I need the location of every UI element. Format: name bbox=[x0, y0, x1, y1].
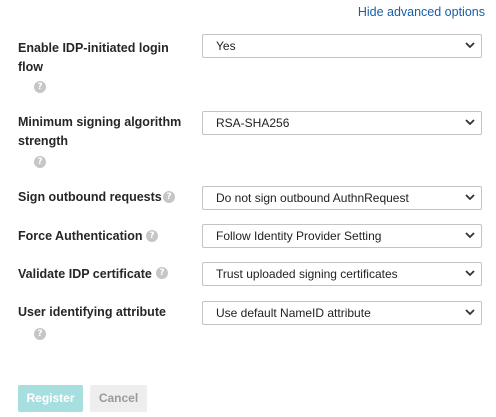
help-icon[interactable]: ? bbox=[156, 267, 168, 279]
help-icon[interactable]: ? bbox=[146, 230, 158, 242]
user-identifying-attribute-select[interactable]: Use default NameID attribute bbox=[202, 301, 482, 325]
field-label: User identifying attribute bbox=[18, 305, 166, 319]
min-signing-algorithm-select[interactable]: RSA-SHA256 bbox=[202, 111, 482, 135]
help-icon[interactable]: ? bbox=[34, 81, 46, 93]
cancel-button[interactable]: Cancel bbox=[90, 385, 147, 412]
hide-advanced-options-link[interactable]: Hide advanced options bbox=[358, 5, 485, 19]
select-value: Yes bbox=[216, 39, 236, 53]
select-value: Use default NameID attribute bbox=[216, 306, 371, 320]
select-value: Do not sign outbound AuthnRequest bbox=[216, 191, 409, 205]
select-value: Follow Identity Provider Setting bbox=[216, 229, 382, 243]
chevron-down-icon bbox=[465, 194, 475, 201]
help-icon[interactable]: ? bbox=[34, 156, 46, 168]
field-label: Enable IDP-initiated login flow bbox=[18, 41, 169, 74]
register-button[interactable]: Register bbox=[18, 385, 83, 412]
select-value: RSA-SHA256 bbox=[216, 116, 290, 130]
chevron-down-icon bbox=[465, 232, 475, 239]
select-value: Trust uploaded signing certificates bbox=[216, 267, 398, 281]
chevron-down-icon bbox=[465, 119, 475, 126]
field-label: Force Authentication bbox=[18, 229, 143, 243]
field-label: Minimum signing algorithm strength bbox=[18, 115, 182, 148]
validate-idp-certificate-select[interactable]: Trust uploaded signing certificates bbox=[202, 262, 482, 286]
sign-outbound-requests-select[interactable]: Do not sign outbound AuthnRequest bbox=[202, 186, 482, 210]
chevron-down-icon bbox=[465, 309, 475, 316]
field-label: Sign outbound requests bbox=[18, 190, 162, 204]
force-authentication-select[interactable]: Follow Identity Provider Setting bbox=[202, 224, 482, 248]
help-icon[interactable]: ? bbox=[34, 328, 46, 340]
help-icon[interactable]: ? bbox=[163, 191, 175, 203]
chevron-down-icon bbox=[465, 42, 475, 49]
chevron-down-icon bbox=[465, 270, 475, 277]
field-label: Validate IDP certificate bbox=[18, 267, 152, 281]
idp-initiated-login-select[interactable]: Yes bbox=[202, 34, 482, 58]
